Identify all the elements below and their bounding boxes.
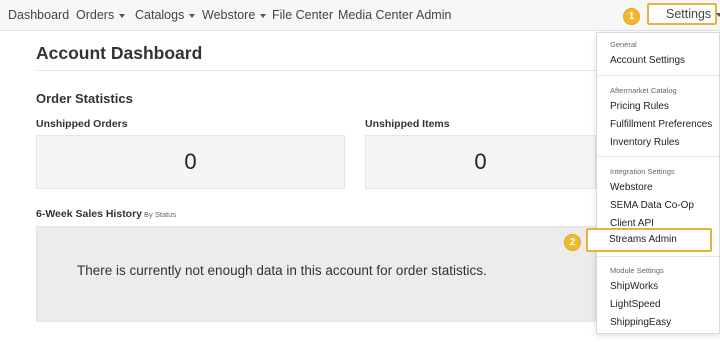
step-badge-2: 2 [564,234,581,251]
nav-item-file-center[interactable]: File Center [272,0,333,31]
dropdown-header-module-settings: Module Settings [610,266,664,275]
nav-item-label: Catalogs [135,8,185,22]
menu-item-streams-admin-highlight[interactable]: Streams Admin [586,228,712,252]
menu-item-streams-admin[interactable]: Streams Admin [609,234,677,245]
menu-item-pricing-rules[interactable]: Pricing Rules [610,101,669,112]
menu-item-fulfillment-preferences[interactable]: Fulfillment Preferences [610,119,712,130]
sales-history-title-text: 6-Week Sales History [36,208,143,220]
nav-item-label: Dashboard [8,8,70,22]
caret-down-icon [189,13,196,18]
menu-item-lightspeed[interactable]: LightSpeed [610,299,661,310]
dropdown-divider [597,75,719,76]
settings-dropdown-menu: General Account Settings Aftermarket Cat… [596,32,720,334]
dropdown-header-general: General [610,40,637,49]
sales-history-empty-message: There is currently not enough data in th… [77,263,487,278]
dropdown-header-integration-settings: Integration Settings [610,167,675,176]
settings-dropdown-button[interactable]: Settings [647,3,720,25]
nav-item-label: Webstore [202,8,256,22]
caret-down-icon [119,13,126,18]
nav-item-label: Media Center [338,8,414,22]
menu-item-sema-data-coop[interactable]: SEMA Data Co-Op [610,200,694,211]
sales-history-panel: There is currently not enough data in th… [36,226,596,322]
nav-item-label: Orders [76,8,115,22]
unshipped-items-value: 0 [365,135,596,189]
menu-item-shippingeasy[interactable]: ShippingEasy [610,317,671,328]
caret-down-icon [716,12,720,17]
dropdown-divider [597,156,719,157]
page-title: Account Dashboard [36,43,203,63]
nav-item-label: Admin [416,8,452,22]
nav-item-orders[interactable]: Orders [76,0,126,31]
settings-label: Settings [666,7,712,21]
nav-item-media-center[interactable]: Media Center [338,0,413,31]
nav-item-webstore[interactable]: Webstore [202,0,267,31]
menu-item-account-settings[interactable]: Account Settings [610,55,685,66]
top-nav: Dashboard Orders Catalogs Webstore File … [0,0,720,31]
step-badge-1: 1 [623,8,640,25]
menu-item-shipworks[interactable]: ShipWorks [610,281,658,292]
nav-item-label: File Center [272,8,334,22]
nav-item-dashboard[interactable]: Dashboard [8,0,69,31]
sales-history-title: 6-Week Sales History By Status [36,208,176,220]
title-divider [36,70,596,71]
sales-history-subtitle: By Status [144,210,177,219]
nav-item-admin[interactable]: Admin [416,0,451,31]
unshipped-orders-value: 0 [36,135,345,189]
order-statistics-title: Order Statistics [36,91,133,106]
menu-item-inventory-rules[interactable]: Inventory Rules [610,137,679,148]
dropdown-divider [597,256,719,257]
menu-item-webstore[interactable]: Webstore [610,182,653,193]
dropdown-header-aftermarket-catalog: Aftermarket Catalog [610,86,677,95]
unshipped-items-label: Unshipped Items [365,118,450,130]
caret-down-icon [260,13,267,18]
nav-item-catalogs[interactable]: Catalogs [135,0,196,31]
unshipped-orders-label: Unshipped Orders [36,118,128,130]
